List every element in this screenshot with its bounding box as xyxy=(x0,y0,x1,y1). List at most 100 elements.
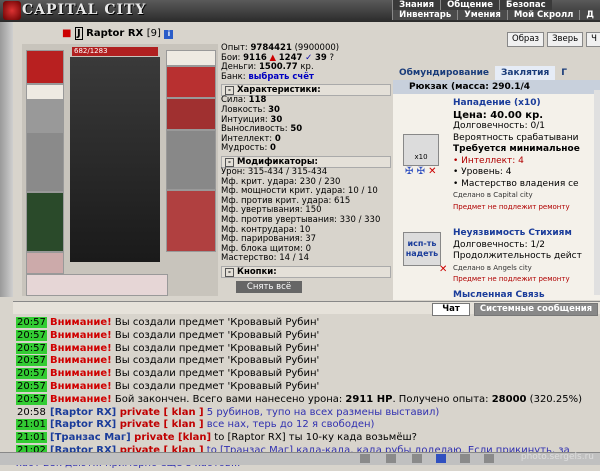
nav-communication[interactable]: Общение xyxy=(440,0,499,10)
settings-icon[interactable] xyxy=(484,454,494,463)
character-avatar xyxy=(70,57,160,262)
item-duration: Продолжительность дейст xyxy=(453,251,582,261)
character-name: Raptor RX xyxy=(86,28,144,39)
item-title[interactable]: Неуязвимость Стихиям xyxy=(453,228,582,240)
smile-icon[interactable] xyxy=(360,454,370,463)
buttons-header[interactable]: - Кнопки: xyxy=(221,265,391,278)
inventory-scrollbar[interactable] xyxy=(594,90,600,295)
armor-slot[interactable] xyxy=(26,192,64,252)
hp-bar: 682/1283 xyxy=(72,47,158,56)
sound-icon[interactable] xyxy=(460,454,470,463)
image-button[interactable]: Образ xyxy=(507,32,545,47)
chat-time[interactable]: 21:01 xyxy=(16,419,47,431)
nav-skills[interactable]: Умения xyxy=(457,10,507,20)
chat-message: 20:57 Внимание! Вы создали предмет 'Кров… xyxy=(16,380,320,392)
align-icon: J xyxy=(74,27,83,40)
chat-time[interactable]: 20:57 xyxy=(16,393,47,405)
immunity-scroll-icon[interactable]: исп-ть надеть xyxy=(403,232,441,266)
tab-chat[interactable]: Чат xyxy=(432,303,470,316)
item-immunity-text: Неуязвимость Стихиям Долговечность: 1/2 … xyxy=(453,228,582,286)
more-button[interactable]: Ч xyxy=(586,32,600,47)
attack-scroll-icon[interactable]: x10 xyxy=(403,134,439,166)
characteristic-row: Мудрость: 0 xyxy=(221,143,276,154)
item-elemental-immunity: исп-ть надеть ✕ Неуязвимость Стихиям Дол… xyxy=(393,222,600,291)
chat-time[interactable]: 20:57 xyxy=(16,355,47,367)
item-title[interactable]: Мысленная Связь xyxy=(453,290,545,302)
chat-log: 20:57 Внимание! Вы создали предмет 'Кров… xyxy=(16,317,600,471)
take-off-all-button[interactable]: Снять всё xyxy=(236,281,302,293)
modifier-row: Мастерство: 14 / 14 xyxy=(221,253,310,264)
chat-time[interactable]: 20:58 xyxy=(16,407,47,418)
characteristics-list: Сила: 118 Ловкость: 30 Интуиция: 30 Выносли… xyxy=(221,96,391,154)
item-made-in: Сделано в Capital city xyxy=(453,191,533,199)
translit-icon[interactable] xyxy=(436,454,446,463)
rucksack-header: Рюкзак (масса: 290.1/4 xyxy=(393,80,600,94)
chat-time[interactable]: 20:57 xyxy=(16,317,47,328)
bracers-slot[interactable] xyxy=(26,100,64,132)
chat-time[interactable]: 20:57 xyxy=(16,342,47,354)
shield-slot[interactable] xyxy=(166,130,216,190)
item-req-mastery: • Мастерство владения се xyxy=(453,178,579,189)
potion-belt[interactable] xyxy=(26,274,168,296)
filter-icon[interactable] xyxy=(386,454,396,463)
private-label[interactable]: private [ klan ] xyxy=(116,407,204,418)
chat-nick[interactable]: [Raptor RX] xyxy=(50,407,116,418)
chat-nick[interactable]: [Raptor RX] xyxy=(50,419,116,430)
inventory-tabs: Обмундирование Заклятия Г xyxy=(393,66,600,80)
top-nav-row-2: Инвентарь Умения Мой Скролл Д xyxy=(392,10,600,20)
delete-icon[interactable]: ✕ xyxy=(439,264,447,275)
nav-inventory[interactable]: Инвентарь xyxy=(392,10,458,20)
ring-slot[interactable] xyxy=(166,66,216,98)
belt-slot[interactable] xyxy=(26,252,64,274)
chat-time[interactable]: 20:57 xyxy=(16,380,47,392)
chat-nick[interactable]: [Транзас Маг] xyxy=(50,432,131,443)
item-no-repair: Предмет не подлежит ремонту xyxy=(453,202,570,211)
item-title[interactable]: Нападение (x10) xyxy=(453,98,580,110)
item-attack-scroll: x10 ✠ ✠ ✕ Нападение (x10) Цена: 40.00 кр… xyxy=(393,94,600,223)
app-logo: CAPITAL CITY xyxy=(22,2,147,18)
right-buttons: Образ Зверь Ч xyxy=(507,32,600,47)
clear-icon[interactable] xyxy=(412,454,422,463)
chat-time[interactable]: 21:01 xyxy=(16,432,47,444)
amulet-slot[interactable] xyxy=(166,50,216,66)
item-price: Цена: 40.00 кр. xyxy=(453,109,544,121)
nav-security[interactable]: Безопас xyxy=(498,0,552,10)
tab-spells[interactable]: Заклятия xyxy=(494,66,556,80)
top-bar: CAPITAL CITY Знания Общение Безопас Инве… xyxy=(0,0,600,22)
item-actions-icons: ✠ ✠ ✕ xyxy=(405,166,437,177)
bank-line: Банк: выбрать счёт xyxy=(221,71,314,82)
chat-time[interactable]: 20:57 xyxy=(16,329,47,341)
boots-slot[interactable] xyxy=(166,190,216,252)
tab-system-messages[interactable]: Системные сообщения xyxy=(474,303,598,316)
exp-value: 9784421 xyxy=(250,43,292,53)
nav-my-scroll[interactable]: Мой Скролл xyxy=(506,10,580,20)
chat-message: 20:57 Внимание! Вы создали предмет 'Кров… xyxy=(16,355,320,367)
earring-slot[interactable] xyxy=(26,84,64,100)
chat-message: 20:57 Внимание! Бой закончен. Всего вами… xyxy=(16,393,582,405)
bank-link[interactable]: выбрать счёт xyxy=(248,72,314,82)
chat-message: 20:57 Внимание! Вы создали предмет 'Кров… xyxy=(16,317,320,328)
helmet-slot[interactable] xyxy=(26,50,64,84)
nav-knowledge[interactable]: Знания xyxy=(392,0,441,10)
item-probability: Вероятность срабатывани xyxy=(453,132,579,143)
tab-equipment[interactable]: Обмундирование xyxy=(393,66,495,80)
tab-more[interactable]: Г xyxy=(555,66,573,80)
chat-message: 20:57 Внимание! Вы создали предмет 'Кров… xyxy=(16,368,320,380)
pet-button[interactable]: Зверь xyxy=(547,32,584,47)
use-icon[interactable]: ✠ xyxy=(405,166,413,177)
private-label[interactable]: private [ klan ] xyxy=(116,419,204,430)
delete-icon[interactable]: ✕ xyxy=(428,166,436,177)
chat-time[interactable]: 20:57 xyxy=(16,368,47,380)
item-made-in: Сделано в Angels city xyxy=(453,263,532,272)
info-icon[interactable]: i xyxy=(164,30,174,39)
weapon-slot[interactable] xyxy=(26,132,64,192)
exp-next: (9900000) xyxy=(294,43,340,53)
private-label[interactable]: private [klan] xyxy=(131,432,211,443)
modifiers-list: Урон: 315-434 / 315-434 Мф. крит. удара: … xyxy=(221,167,391,264)
chat-message: 20:58 [Raptor RX] private [ klan ] 5 руб… xyxy=(16,406,440,418)
bless-icon[interactable]: ✠ xyxy=(417,166,425,177)
nav-more[interactable]: Д xyxy=(579,10,600,20)
gloves-slot[interactable] xyxy=(166,98,216,130)
top-nav: Знания Общение Безопас Инвентарь Умения … xyxy=(392,0,600,20)
item-attack-text: Нападение (x10) Цена: 40.00 кр. Долговеч… xyxy=(453,98,580,213)
